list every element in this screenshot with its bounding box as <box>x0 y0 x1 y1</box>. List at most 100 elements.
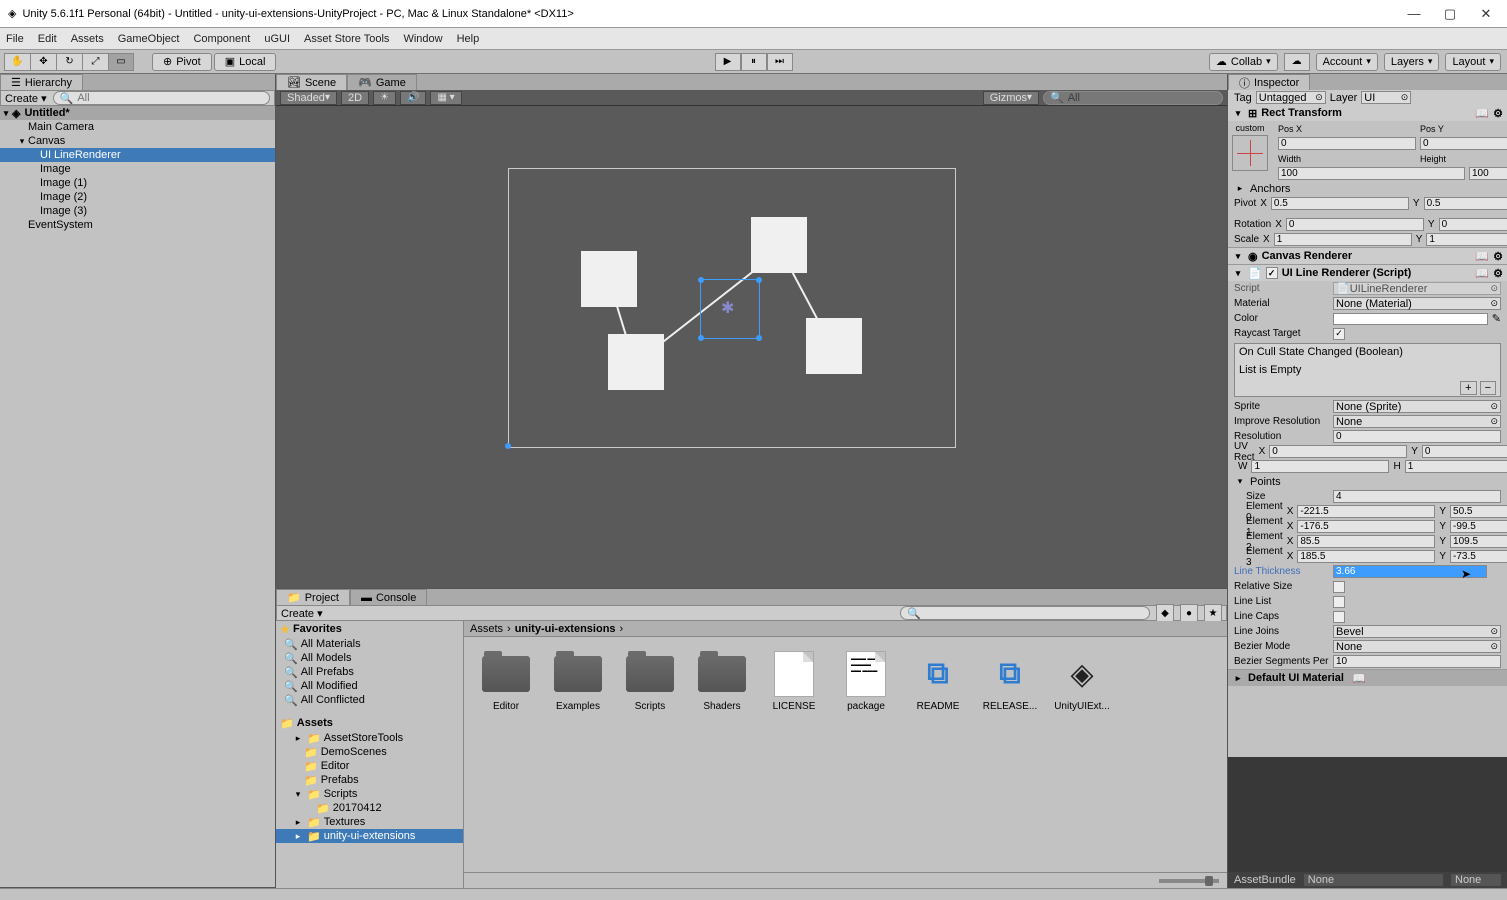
tree-row[interactable]: 🔍All Conflicted <box>276 693 463 707</box>
fx-toggle[interactable]: ▦ ▾ <box>430 91 461 105</box>
line-caps-checkbox[interactable] <box>1333 611 1345 623</box>
posy-field[interactable] <box>1420 137 1507 150</box>
create-dropdown[interactable]: Create ▾ <box>281 607 323 620</box>
gear-icon[interactable]: ⚙ <box>1493 267 1503 280</box>
el2-y[interactable] <box>1450 535 1507 548</box>
project-tab[interactable]: 📁Project <box>276 589 350 605</box>
rot-x[interactable] <box>1286 218 1424 231</box>
uv-w[interactable] <box>1251 460 1389 473</box>
menu-window[interactable]: Window <box>403 33 442 45</box>
asset-item[interactable]: Shaders <box>694 651 750 712</box>
hierarchy-item[interactable]: Image (3) <box>0 204 275 218</box>
tree-row[interactable]: 📁Prefabs <box>276 773 463 787</box>
color-field[interactable] <box>1333 313 1488 325</box>
tree-row[interactable]: 📁DemoScenes <box>276 745 463 759</box>
line-list-checkbox[interactable] <box>1333 596 1345 608</box>
assets-grid[interactable]: Editor Examples Scripts Shaders LICENSE … <box>464 637 1227 872</box>
hierarchy-item[interactable]: EventSystem <box>0 218 275 232</box>
menu-edit[interactable]: Edit <box>38 33 57 45</box>
shaded-dropdown[interactable]: Shaded ▾ <box>280 91 337 105</box>
eyedropper-icon[interactable]: ✎ <box>1492 312 1501 325</box>
pivot-toggle[interactable]: ⊕Pivot <box>152 53 212 71</box>
el2-x[interactable] <box>1297 535 1435 548</box>
hierarchy-item[interactable]: Image (2) <box>0 190 275 204</box>
line-renderer-header[interactable]: ▾📄✓UI Line Renderer (Script)📖⚙ <box>1228 265 1507 281</box>
el0-y[interactable] <box>1450 505 1507 518</box>
play-button[interactable]: ▶ <box>715 53 741 71</box>
project-search[interactable]: 🔍 <box>900 606 1150 620</box>
selection-box[interactable]: ✱ <box>700 279 760 339</box>
gear-icon[interactable]: ⚙ <box>1493 250 1503 263</box>
material-field[interactable]: None (Material) <box>1333 297 1501 310</box>
relative-size-checkbox[interactable] <box>1333 581 1345 593</box>
menu-file[interactable]: File <box>6 33 24 45</box>
tree-row[interactable]: 🔍All Models <box>276 651 463 665</box>
el1-y[interactable] <box>1450 520 1507 533</box>
asset-item[interactable]: Examples <box>550 651 606 712</box>
zoom-slider[interactable] <box>1159 879 1219 883</box>
breadcrumb[interactable]: Assets› unity-ui-extensions› <box>464 621 1227 637</box>
inspector-tab[interactable]: ⓘInspector <box>1228 74 1310 90</box>
save-search-icon[interactable]: ★ <box>1204 604 1222 622</box>
assetbundle-variant-dropdown[interactable]: None <box>1451 874 1501 886</box>
default-material-header[interactable]: ▸Default UI Material📖 <box>1228 670 1507 686</box>
rect-tool-button[interactable]: ▭ <box>108 53 134 71</box>
asset-item[interactable]: ▬▬▬ ▬▬ ▬▬▬▬ ▬▬ ▬▬▬package <box>838 651 894 712</box>
hierarchy-tab[interactable]: ☰Hierarchy <box>0 74 83 90</box>
rect-transform-header[interactable]: ▾⊞Rect Transform📖⚙ <box>1228 105 1507 121</box>
tree-row[interactable]: 📁Editor <box>276 759 463 773</box>
collab-dropdown[interactable]: ☁Collab <box>1209 53 1278 71</box>
hierarchy-item-selected[interactable]: UI LineRenderer <box>0 148 275 162</box>
uv-h[interactable] <box>1405 460 1507 473</box>
game-tab[interactable]: 🎮Game <box>347 74 417 90</box>
pause-button[interactable]: ⏸ <box>741 53 767 71</box>
menu-assets[interactable]: Assets <box>71 33 104 45</box>
height-field[interactable] <box>1469 167 1507 180</box>
asset-item[interactable]: Editor <box>478 651 534 712</box>
raycast-checkbox[interactable]: ✓ <box>1333 328 1345 340</box>
scene-view[interactable]: ✱ <box>276 106 1227 588</box>
rotate-tool-button[interactable]: ↻ <box>56 53 82 71</box>
help-icon[interactable]: 📖 <box>1475 250 1489 263</box>
asset-item[interactable]: ◈UnityUIExt... <box>1054 651 1110 712</box>
menu-gameobject[interactable]: GameObject <box>118 33 180 45</box>
layer-dropdown[interactable]: UI <box>1361 91 1411 104</box>
posx-field[interactable] <box>1278 137 1416 150</box>
layout-dropdown[interactable]: Layout <box>1445 53 1501 71</box>
pivot-x[interactable] <box>1271 197 1409 210</box>
uv-y[interactable] <box>1422 445 1507 458</box>
create-dropdown[interactable]: Create ▾ <box>5 92 47 105</box>
audio-toggle[interactable]: 🔊 <box>400 91 426 105</box>
hierarchy-item[interactable]: Main Camera <box>0 120 275 134</box>
tree-row[interactable]: 🔍All Materials <box>276 637 463 651</box>
filter-icon[interactable]: ◆ <box>1156 604 1174 622</box>
el0-x[interactable] <box>1297 505 1435 518</box>
close-button[interactable]: ✕ <box>1477 5 1495 23</box>
points-size[interactable] <box>1333 490 1501 503</box>
scene-search[interactable]: 🔍All <box>1043 91 1223 105</box>
scale-tool-button[interactable]: ⤢ <box>82 53 108 71</box>
cull-event-list[interactable]: On Cull State Changed (Boolean) List is … <box>1234 343 1501 397</box>
pivot-y[interactable] <box>1424 197 1507 210</box>
gizmos-dropdown[interactable]: Gizmos ▾ <box>983 91 1039 105</box>
menu-help[interactable]: Help <box>457 33 480 45</box>
canvas-handle[interactable] <box>505 443 511 449</box>
tree-row-selected[interactable]: ▸📁unity-ui-extensions <box>276 829 463 843</box>
width-field[interactable] <box>1278 167 1465 180</box>
asset-item[interactable]: ⧉RELEASE... <box>982 651 1038 712</box>
menu-ugui[interactable]: uGUI <box>264 33 290 45</box>
tree-row[interactable]: ▸📁AssetStoreTools <box>276 731 463 745</box>
console-tab[interactable]: ▬Console <box>350 589 427 605</box>
hierarchy-item[interactable]: Image <box>0 162 275 176</box>
el3-y[interactable] <box>1450 550 1507 563</box>
maximize-button[interactable]: ▢ <box>1441 5 1459 23</box>
tree-row[interactable]: 📁20170412 <box>276 801 463 815</box>
layers-dropdown[interactable]: Layers <box>1384 53 1440 71</box>
bezier-mode-dropdown[interactable]: None <box>1333 640 1501 653</box>
hierarchy-item[interactable]: ▾Canvas <box>0 134 275 148</box>
help-icon[interactable]: 📖 <box>1475 267 1489 280</box>
canvas-renderer-header[interactable]: ▾◉Canvas Renderer📖⚙ <box>1228 248 1507 264</box>
hierarchy-tree[interactable]: ▾◈Untitled* Main Camera ▾Canvas UI LineR… <box>0 106 275 887</box>
menu-component[interactable]: Component <box>193 33 250 45</box>
asset-item[interactable]: LICENSE <box>766 651 822 712</box>
